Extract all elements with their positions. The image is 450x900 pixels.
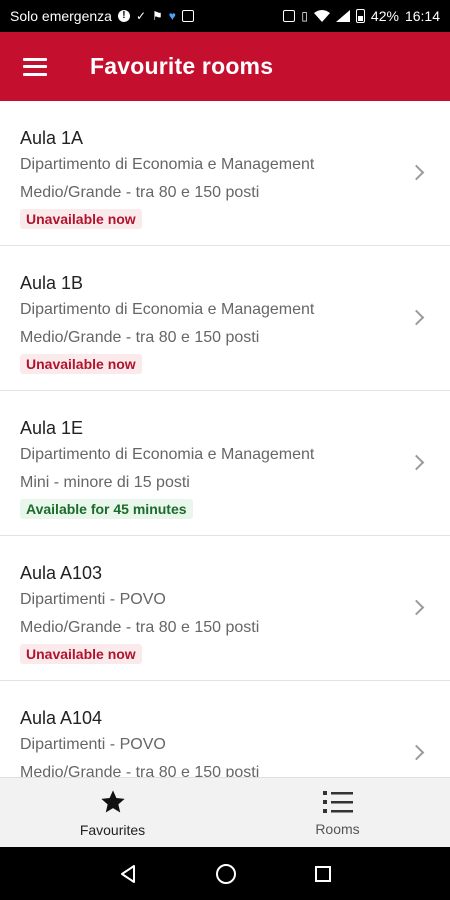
bird-icon: ♥ <box>168 9 176 23</box>
list-item[interactable]: Aula 1A Dipartimento di Economia e Manag… <box>0 101 450 246</box>
wifi-icon <box>313 10 330 22</box>
room-department: Dipartimento di Economia e Management <box>20 301 315 318</box>
room-department: Dipartimento di Economia e Management <box>20 156 315 173</box>
tab-favourites[interactable]: Favourites <box>0 778 225 847</box>
app-bar: Favourite rooms <box>0 32 450 101</box>
battery-icon <box>355 9 365 23</box>
hamburger-icon <box>23 57 47 76</box>
battery-label: 42% <box>370 8 399 24</box>
room-department: Dipartimenti - POVO <box>20 591 166 608</box>
list-item[interactable]: Aula A104 Dipartimenti - POVO Medio/Gran… <box>0 681 450 777</box>
room-name: Aula 1A <box>20 128 84 148</box>
check-icon: ✓ <box>135 9 147 23</box>
tab-favourites-label: Favourites <box>79 821 146 838</box>
room-name: Aula A103 <box>20 563 103 583</box>
room-department: Dipartimento di Economia e Management <box>20 446 315 463</box>
list-item[interactable]: Aula A103 Dipartimenti - POVO Medio/Gran… <box>0 536 450 681</box>
room-name: Aula 1E <box>20 418 84 438</box>
home-icon[interactable] <box>215 863 237 885</box>
room-name: Aula A104 <box>20 708 103 728</box>
status-bar: Solo emergenza ! ✓ ⚑ ♥ ▯ 42% 16:14 <box>0 0 450 32</box>
room-name: Aula 1B <box>20 273 84 293</box>
back-icon[interactable] <box>118 864 138 884</box>
list-item[interactable]: Aula 1B Dipartimento di Economia e Manag… <box>0 246 450 391</box>
rooms-list[interactable]: Aula 1A Dipartimento di Economia e Manag… <box>0 101 450 777</box>
room-size: Medio/Grande - tra 80 e 150 posti <box>20 764 260 777</box>
menu-button[interactable] <box>0 32 70 101</box>
recents-icon[interactable] <box>314 865 332 883</box>
room-size: Mini - minore di 15 posti <box>20 474 190 491</box>
image-icon <box>181 10 194 22</box>
tab-rooms-label: Rooms <box>315 820 360 837</box>
signal-icon <box>335 10 350 22</box>
list-item[interactable]: Aula 1E Dipartimento di Economia e Manag… <box>0 391 450 536</box>
alert-icon: ! <box>117 10 130 22</box>
room-size: Medio/Grande - tra 80 e 150 posti <box>20 329 260 346</box>
flag-icon: ⚑ <box>152 9 163 23</box>
list-icon <box>322 790 353 813</box>
room-size: Medio/Grande - tra 80 e 150 posti <box>20 184 260 201</box>
page-title: Favourite rooms <box>90 53 274 79</box>
system-navigation-bar <box>0 847 450 900</box>
carrier-label: Solo emergenza <box>10 8 112 24</box>
status-badge: Unavailable now <box>20 209 142 229</box>
tab-rooms[interactable]: Rooms <box>225 778 450 847</box>
nfc-icon <box>283 10 296 22</box>
status-badge: Unavailable now <box>20 354 142 374</box>
room-department: Dipartimenti - POVO <box>20 736 166 753</box>
vibrate-icon: ▯ <box>301 9 308 23</box>
time-label: 16:14 <box>404 8 440 24</box>
status-badge: Available for 45 minutes <box>20 499 193 519</box>
bottom-nav: Favourites Rooms <box>0 777 450 847</box>
star-icon <box>100 789 125 812</box>
status-badge: Unavailable now <box>20 644 142 664</box>
room-size: Medio/Grande - tra 80 e 150 posti <box>20 619 260 636</box>
